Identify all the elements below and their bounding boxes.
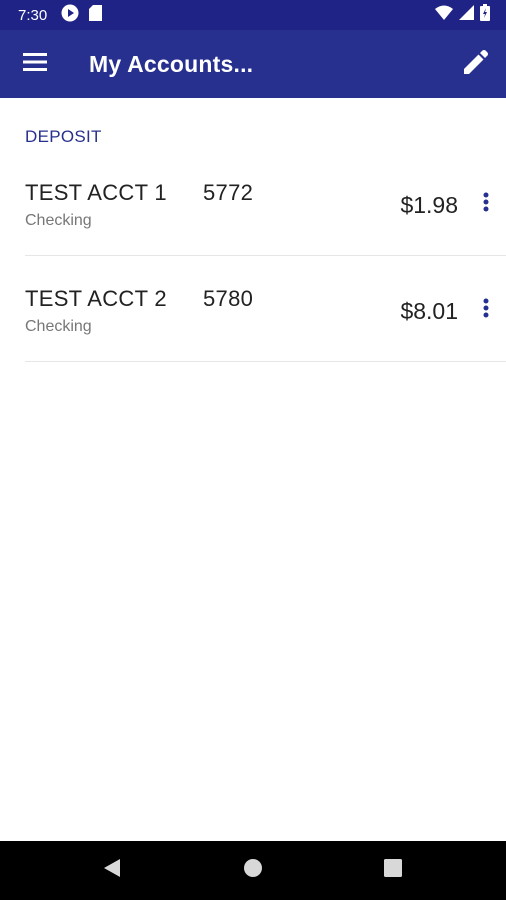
cell-signal-icon bbox=[459, 5, 474, 25]
account-balance: $1.98 bbox=[400, 192, 458, 218]
system-nav-bar bbox=[0, 841, 506, 900]
account-type: Checking bbox=[25, 212, 92, 229]
wifi-icon bbox=[435, 5, 453, 25]
recents-square-icon bbox=[384, 859, 402, 882]
app-bar: My Accounts... bbox=[0, 30, 506, 98]
account-balance: $8.01 bbox=[400, 298, 458, 324]
menu-button[interactable] bbox=[0, 30, 70, 98]
sd-card-icon bbox=[89, 4, 103, 26]
home-button[interactable] bbox=[223, 841, 283, 900]
account-number: 5772 bbox=[203, 180, 254, 205]
status-time: 7:30 bbox=[18, 6, 48, 24]
section-header-deposit: DEPOSIT bbox=[25, 127, 102, 146]
account-overflow-menu-button[interactable] bbox=[472, 294, 500, 326]
account-overflow-menu-button[interactable] bbox=[472, 188, 500, 220]
battery-icon bbox=[480, 4, 490, 26]
account-row[interactable]: TEST ACCT 2 5780 Checking $8.01 bbox=[25, 256, 506, 362]
back-triangle-icon bbox=[102, 858, 122, 883]
home-circle-icon bbox=[243, 858, 263, 883]
back-button[interactable] bbox=[82, 841, 142, 900]
status-left-icons bbox=[61, 4, 103, 27]
account-name: TEST ACCT 1 bbox=[25, 180, 167, 205]
page-title: My Accounts... bbox=[89, 50, 254, 77]
status-right-icons bbox=[435, 4, 490, 26]
play-circle-icon bbox=[61, 4, 79, 27]
hamburger-menu-icon bbox=[23, 52, 47, 76]
edit-button[interactable] bbox=[446, 30, 506, 98]
account-list: TEST ACCT 1 5772 Checking $1.98 TEST ACC… bbox=[0, 150, 506, 362]
account-number: 5780 bbox=[203, 286, 254, 311]
account-row[interactable]: TEST ACCT 1 5772 Checking $1.98 bbox=[25, 150, 506, 256]
account-type: Checking bbox=[25, 318, 92, 335]
more-vert-icon bbox=[483, 298, 489, 323]
more-vert-icon bbox=[483, 192, 489, 217]
pencil-icon bbox=[464, 49, 488, 79]
status-bar: 7:30 bbox=[0, 0, 506, 30]
recents-button[interactable] bbox=[363, 841, 423, 900]
account-name: TEST ACCT 2 bbox=[25, 286, 167, 311]
